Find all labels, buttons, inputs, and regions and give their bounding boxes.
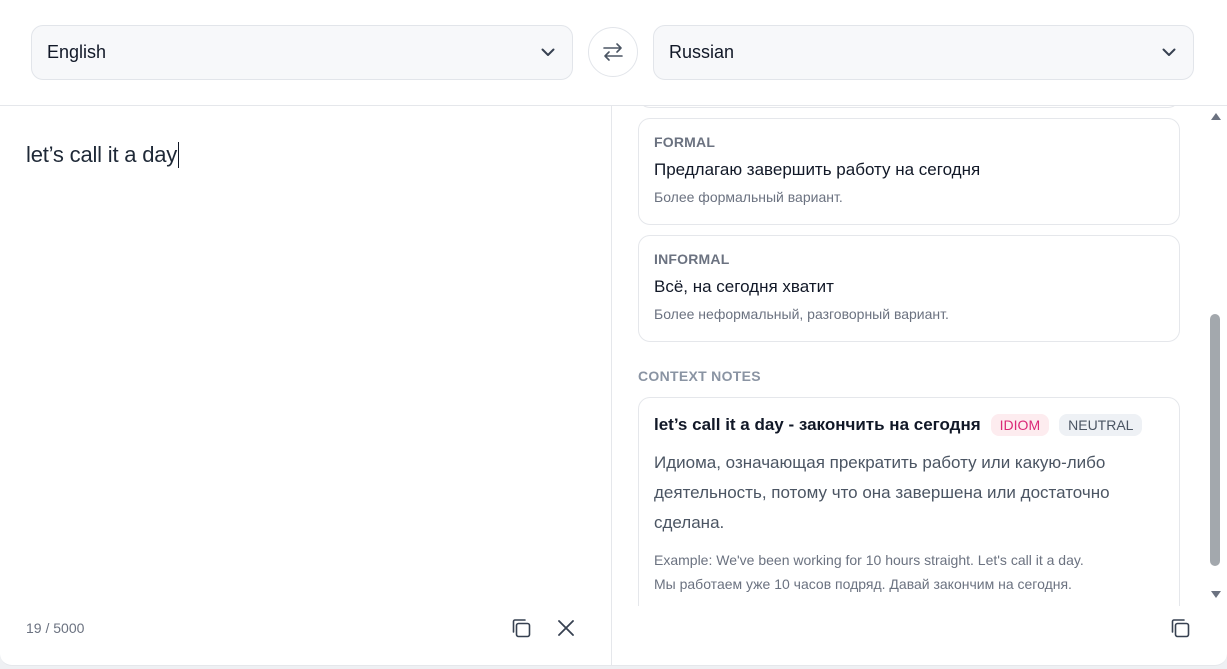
copy-icon: [1169, 617, 1191, 639]
chevron-down-icon: [1160, 44, 1178, 62]
translator-app: English Russian let’s call it a day 19 /…: [0, 0, 1227, 666]
text-caret: [178, 142, 180, 168]
copy-source-button[interactable]: [507, 614, 535, 642]
variant-description: Более неформальный, разговорный вариант.: [654, 306, 949, 322]
close-icon: [557, 619, 575, 637]
context-note-card: let’s call it a day - закончить на сегод…: [638, 397, 1180, 606]
scroll-down-arrow-icon[interactable]: [1210, 590, 1222, 600]
clear-source-button[interactable]: [552, 614, 580, 642]
copy-icon: [510, 617, 532, 639]
context-note-example: Example: We've been working for 10 hours…: [654, 548, 1164, 596]
variant-text: Всё, на сегодня хватит: [654, 277, 834, 296]
target-language-select[interactable]: Russian: [653, 25, 1194, 80]
variant-text: Предлагаю завершить работу на сегодня: [654, 160, 981, 179]
context-note-header: let’s call it a day - закончить на сегод…: [654, 414, 1164, 436]
example-english: Example: We've been working for 10 hours…: [654, 552, 1084, 568]
context-note-title: let’s call it a day - закончить на сегод…: [654, 415, 981, 434]
scrollbar-thumb[interactable]: [1210, 314, 1220, 566]
variant-kind: INFORMAL: [654, 251, 730, 267]
idiom-badge: IDIOM: [990, 414, 1050, 436]
formal-variant-card[interactable]: FORMAL Предлагаю завершить работу на сег…: [638, 118, 1180, 225]
context-note-body: Идиома, означающая прекратить работу или…: [654, 453, 1110, 532]
translation-pane: FORMAL Предлагаю завершить работу на сег…: [613, 106, 1227, 665]
translation-scroll-area[interactable]: FORMAL Предлагаю завершить работу на сег…: [613, 106, 1205, 606]
language-bar: English Russian: [0, 0, 1227, 106]
source-text: let’s call it a day: [26, 142, 178, 167]
vertical-scrollbar[interactable]: [1207, 106, 1225, 606]
swap-arrows-icon: [601, 42, 625, 62]
neutral-badge: NEUTRAL: [1059, 414, 1143, 436]
variant-description: Более формальный вариант.: [654, 189, 843, 205]
character-counter: 19 / 5000: [26, 620, 85, 636]
swap-languages-button[interactable]: [588, 27, 638, 77]
variant-kind: FORMAL: [654, 134, 716, 150]
informal-variant-card[interactable]: INFORMAL Всё, на сегодня хватит Более не…: [638, 235, 1180, 342]
example-russian: Мы работаем уже 10 часов подряд. Давай з…: [654, 576, 1072, 592]
previous-card-edge: [638, 106, 1180, 108]
copy-translation-button[interactable]: [1166, 614, 1194, 642]
source-pane: let’s call it a day 19 / 5000: [0, 106, 612, 665]
scroll-up-arrow-icon[interactable]: [1210, 112, 1222, 122]
source-text-input[interactable]: let’s call it a day: [26, 142, 586, 168]
source-language-label: English: [47, 42, 107, 62]
target-language-label: Russian: [669, 42, 735, 62]
context-notes-heading: CONTEXT NOTES: [638, 368, 761, 384]
source-language-select[interactable]: English: [31, 25, 573, 80]
chevron-down-icon: [539, 44, 557, 62]
